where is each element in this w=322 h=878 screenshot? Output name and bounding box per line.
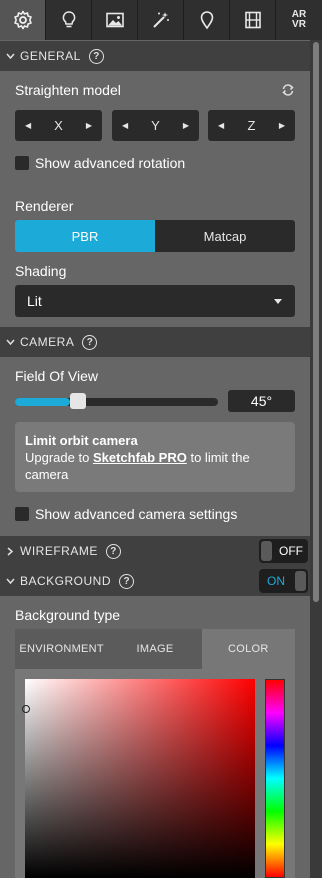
settings-panel: GENERAL ? Straighten model ◀ X ▶ ◀ Y ▶ ◀… bbox=[0, 0, 310, 878]
fov-label: Field Of View bbox=[15, 368, 98, 384]
film-icon bbox=[244, 11, 261, 29]
section-title: GENERAL bbox=[20, 49, 81, 63]
lightbulb-icon bbox=[62, 11, 75, 28]
wireframe-toggle[interactable]: OFF bbox=[259, 539, 308, 563]
map-pin-icon bbox=[200, 11, 213, 30]
renderer-option-pbr[interactable]: PBR bbox=[15, 220, 155, 252]
refresh-icon[interactable] bbox=[281, 83, 295, 97]
help-icon[interactable]: ? bbox=[88, 48, 104, 64]
arrow-right-icon[interactable]: ▶ bbox=[183, 121, 189, 130]
background-type-label: Background type bbox=[15, 607, 121, 623]
checkbox-label: Show advanced rotation bbox=[35, 155, 186, 171]
axis-label: Z bbox=[247, 118, 256, 133]
renderer-label: Renderer bbox=[15, 198, 74, 214]
show-advanced-rotation-checkbox[interactable] bbox=[15, 156, 29, 170]
tab-image[interactable]: IMAGE bbox=[108, 629, 201, 669]
tab-color[interactable]: COLOR bbox=[201, 629, 295, 669]
help-icon[interactable]: ? bbox=[119, 573, 135, 589]
chevron-right-icon bbox=[0, 546, 20, 556]
fov-value-input[interactable]: 45° bbox=[228, 390, 295, 412]
fov-slider-fill bbox=[15, 398, 70, 406]
scrollbar[interactable] bbox=[310, 40, 322, 878]
axis-label: Y bbox=[151, 118, 160, 133]
section-title: CAMERA bbox=[20, 335, 75, 349]
saturation-value-square[interactable] bbox=[25, 679, 255, 878]
toggle-state: OFF bbox=[279, 544, 303, 558]
shading-select[interactable]: Lit bbox=[15, 285, 295, 317]
magic-wand-icon bbox=[152, 12, 169, 28]
hue-slider[interactable] bbox=[265, 679, 285, 878]
toggle-knob bbox=[261, 541, 272, 561]
gear-icon bbox=[13, 10, 32, 30]
checkbox-label: Show advanced camera settings bbox=[35, 506, 238, 522]
renderer-switch: PBR Matcap bbox=[15, 220, 295, 252]
show-advanced-camera-checkbox[interactable] bbox=[15, 507, 29, 521]
arrow-left-icon[interactable]: ◀ bbox=[122, 121, 128, 130]
chevron-down-icon bbox=[0, 578, 20, 584]
chevron-down-icon bbox=[0, 339, 20, 345]
toggle-knob bbox=[295, 571, 306, 591]
background-toggle[interactable]: ON bbox=[259, 569, 308, 593]
arrow-left-icon[interactable]: ◀ bbox=[218, 121, 224, 130]
caret-down-icon bbox=[274, 298, 282, 304]
ar-vr-icon: AR VR bbox=[291, 9, 307, 30]
tab-materials[interactable] bbox=[92, 0, 138, 40]
shading-value: Lit bbox=[27, 293, 42, 309]
tab-scene-settings[interactable] bbox=[0, 0, 46, 40]
section-background-header[interactable]: BACKGROUND ? ON bbox=[0, 566, 310, 596]
image-icon bbox=[105, 12, 124, 28]
fov-slider-handle[interactable] bbox=[69, 393, 86, 409]
straighten-model-label: Straighten model bbox=[15, 82, 121, 98]
section-camera-header[interactable]: CAMERA ? bbox=[0, 327, 310, 357]
show-advanced-rotation-row[interactable]: Show advanced rotation bbox=[15, 155, 185, 171]
sketchfab-pro-link[interactable]: Sketchfab PRO bbox=[93, 450, 187, 465]
tab-post-processing[interactable] bbox=[138, 0, 184, 40]
chevron-down-icon bbox=[0, 53, 20, 59]
arrow-right-icon[interactable]: ▶ bbox=[86, 121, 92, 130]
toggle-state: ON bbox=[267, 574, 285, 588]
section-wireframe-header[interactable]: WIREFRAME ? OFF bbox=[0, 536, 310, 566]
shading-label: Shading bbox=[15, 263, 67, 279]
rotate-y-control[interactable]: ◀ Y ▶ bbox=[112, 110, 199, 141]
renderer-option-matcap[interactable]: Matcap bbox=[155, 220, 295, 252]
tab-lighting[interactable] bbox=[46, 0, 92, 40]
background-type-tabs: ENVIRONMENT IMAGE COLOR bbox=[15, 629, 295, 669]
tab-bar: AR VR bbox=[0, 0, 322, 40]
color-picker-handle[interactable] bbox=[22, 705, 30, 713]
info-text: Upgrade to Sketchfab PRO to limit the ca… bbox=[25, 450, 250, 482]
limit-orbit-info: Limit orbit camera Upgrade to Sketchfab … bbox=[15, 422, 295, 492]
arrow-left-icon[interactable]: ◀ bbox=[25, 121, 31, 130]
axis-label: X bbox=[54, 118, 63, 133]
section-title: BACKGROUND bbox=[20, 574, 112, 588]
section-title: WIREFRAME bbox=[20, 544, 98, 558]
tab-animation[interactable] bbox=[230, 0, 276, 40]
help-icon[interactable]: ? bbox=[105, 543, 121, 559]
arrow-right-icon[interactable]: ▶ bbox=[279, 121, 285, 130]
tab-annotations[interactable] bbox=[184, 0, 230, 40]
scrollbar-thumb[interactable] bbox=[313, 42, 319, 602]
show-advanced-camera-row[interactable]: Show advanced camera settings bbox=[15, 506, 237, 522]
tab-ar-vr[interactable]: AR VR bbox=[276, 0, 322, 40]
rotate-x-control[interactable]: ◀ X ▶ bbox=[15, 110, 102, 141]
section-general-header[interactable]: GENERAL ? bbox=[0, 41, 310, 71]
rotate-z-control[interactable]: ◀ Z ▶ bbox=[208, 110, 295, 141]
info-title: Limit orbit camera bbox=[25, 433, 138, 448]
help-icon[interactable]: ? bbox=[82, 334, 98, 350]
fov-slider-track[interactable] bbox=[15, 398, 218, 406]
tab-environment[interactable]: ENVIRONMENT bbox=[15, 629, 108, 669]
